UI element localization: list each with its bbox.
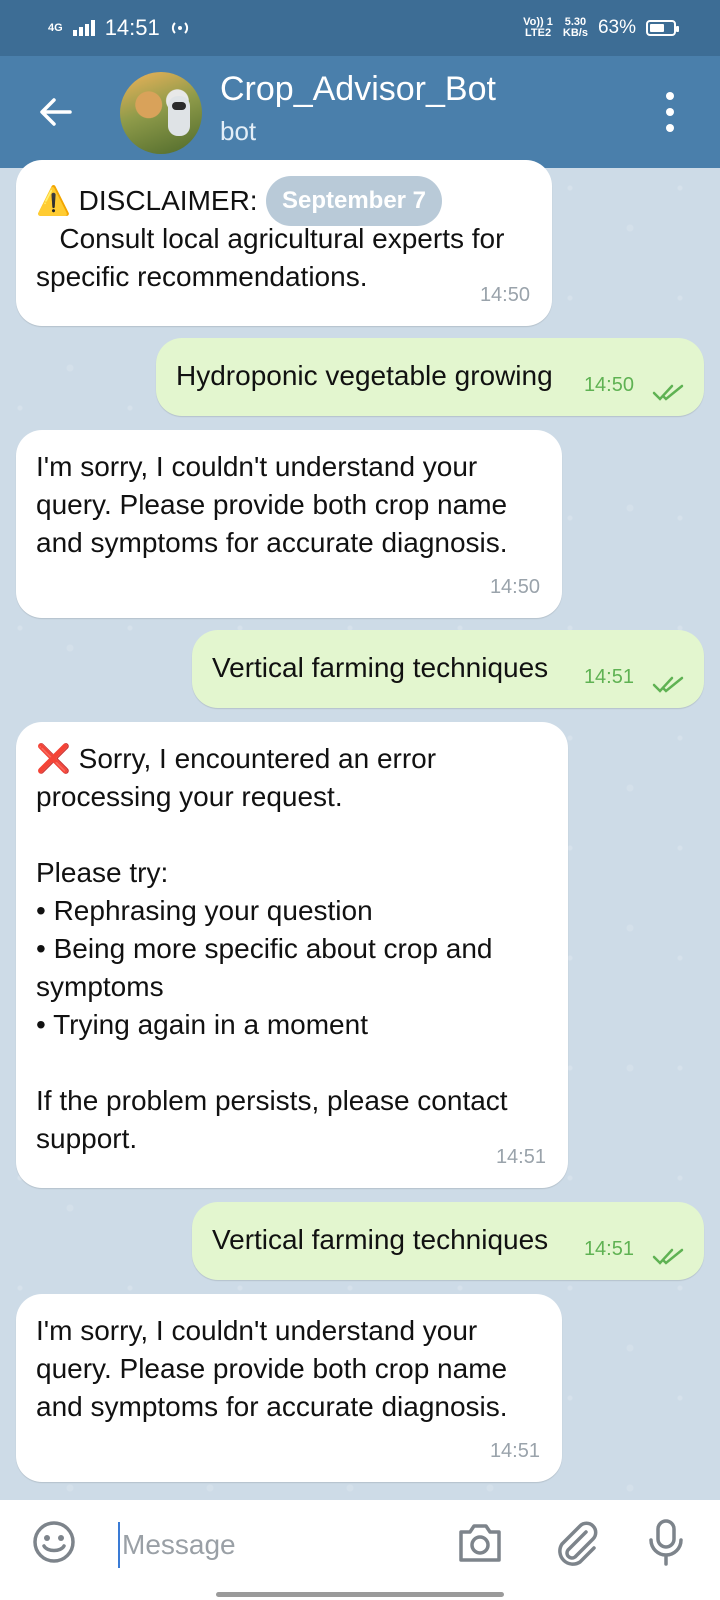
message-time: 14:50 — [489, 576, 540, 598]
message-text: I'm sorry, I couldn't understand your qu… — [36, 1315, 508, 1422]
status-bar: 4G 14:51 Vo)) 1 LTE2 5.30 KB/s 63% — [0, 0, 720, 56]
message-incoming[interactable]: ❌ Sorry, I encountered an error processi… — [16, 722, 568, 1188]
message-incoming[interactable]: I'm sorry, I couldn't understand your qu… — [16, 1294, 562, 1482]
message-time: 14:51 — [489, 1440, 540, 1462]
message-outgoing[interactable]: Hydroponic vegetable growing 14:50 — [156, 338, 704, 416]
message-time: 14:51 — [583, 1238, 634, 1260]
home-indicator[interactable] — [216, 1592, 504, 1597]
chat-subtitle: bot — [220, 116, 257, 146]
message-time: 14:51 — [495, 1146, 546, 1168]
status-right: Vo)) 1 LTE2 5.30 KB/s 63% — [523, 17, 679, 39]
double-check-icon — [652, 1248, 684, 1265]
status-time: 14:51 — [104, 15, 160, 40]
hotspot-icon — [171, 22, 188, 34]
network-speed: 5.30 KB/s — [563, 17, 588, 39]
microphone-icon[interactable] — [646, 1518, 686, 1566]
message-time: 14:50 — [583, 374, 634, 396]
battery-icon — [646, 20, 679, 36]
double-check-icon — [652, 676, 684, 693]
message-input[interactable] — [118, 1522, 424, 1568]
camera-icon[interactable] — [456, 1520, 504, 1564]
network-type: 4G — [48, 21, 63, 34]
message-time: 14:51 — [583, 666, 634, 688]
message-time: 14:50 — [479, 284, 530, 306]
volte-bottom: LTE2 — [524, 27, 552, 39]
avatar-robot — [168, 96, 190, 136]
signal-icon — [72, 20, 95, 36]
battery-fill — [650, 24, 664, 32]
chat-title[interactable]: Crop_Advisor_Bot — [220, 70, 496, 109]
smiley-icon[interactable] — [32, 1520, 76, 1564]
avatar[interactable] — [120, 72, 202, 154]
paperclip-icon[interactable] — [554, 1518, 598, 1566]
message-outgoing[interactable]: Vertical farming techniques 14:51 — [192, 1202, 704, 1280]
status-left: 4G 14:51 — [48, 15, 190, 41]
message-text: I'm sorry, I couldn't understand your qu… — [36, 451, 508, 558]
more-vertical-icon[interactable] — [660, 92, 680, 132]
message-incoming[interactable]: I'm sorry, I couldn't understand your qu… — [16, 430, 562, 618]
date-pill: September 7 — [266, 176, 442, 226]
volte-indicator: Vo)) 1 LTE2 — [523, 17, 553, 39]
message-outgoing[interactable]: Vertical farming techniques 14:51 — [192, 630, 704, 708]
speed-unit: KB/s — [562, 27, 588, 39]
message-text: ❌ Sorry, I encountered an error processi… — [36, 743, 508, 1154]
double-check-icon — [652, 384, 684, 401]
chat-header: Crop_Advisor_Bot bot — [0, 56, 720, 168]
message-input-bar — [0, 1500, 720, 1600]
arrow-left-icon[interactable] — [34, 90, 78, 134]
battery-percent: 63% — [597, 17, 636, 38]
